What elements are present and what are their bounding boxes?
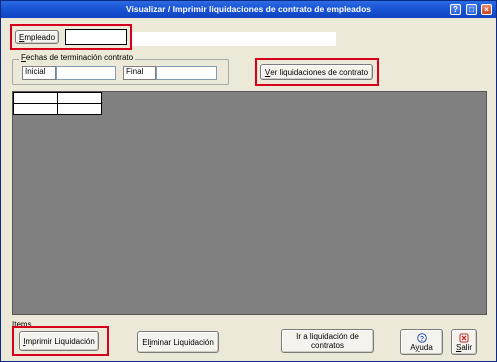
help-title-button[interactable]: ? [450,4,461,15]
exit-button[interactable]: Salir [451,329,477,355]
dates-group-text: echas de terminación contrato [25,53,134,62]
svg-text:?: ? [419,335,423,342]
goto-label-line2: contratos [311,341,344,350]
exit-label: alir [461,342,472,352]
help-icon: ? [416,332,427,343]
help-label-wrap: Ayuda [410,343,433,352]
help-button[interactable]: ? Ayuda [400,329,443,355]
delete-label-pre: El [142,337,150,347]
exit-label-wrap: Salir [456,343,472,352]
end-date-label-box: Final [123,66,156,80]
end-date-input[interactable] [156,66,217,80]
employee-name-field [130,32,336,46]
dates-group-label: Fechas de terminación contrato [19,53,136,62]
title-bar[interactable]: Visualizar / Imprimir liquidaciones de c… [1,1,496,18]
print-highlight [12,326,109,356]
start-date-label: Inicial [25,67,46,76]
close-button[interactable]: × [481,4,492,15]
end-date-label: Final [126,67,144,76]
start-date-input[interactable] [56,66,116,80]
goto-label-line1: Ir a liquidación de [296,332,359,341]
help-label: uda [419,342,433,352]
goto-contract-settlement-button[interactable]: Ir a liquidación de contratos [281,329,374,353]
employee-highlight [10,24,132,50]
main-window: Visualizar / Imprimir liquidaciones de c… [0,0,497,362]
start-date-label-box: Inicial [22,66,56,80]
grid-cell[interactable] [13,103,58,115]
delete-label: minar Liquidación [151,337,214,347]
view-settlements-highlight [255,58,379,86]
window-title: Visualizar / Imprimir liquidaciones de c… [126,4,371,14]
exit-icon [459,333,469,342]
delete-settlement-button[interactable]: El i minar Liquidación [137,331,219,353]
grid-cell[interactable] [57,103,102,115]
settlements-grid[interactable] [12,91,487,315]
client-area: Empleado Fechas de terminación contrato … [4,19,493,359]
restore-button[interactable]: □ [466,4,477,15]
